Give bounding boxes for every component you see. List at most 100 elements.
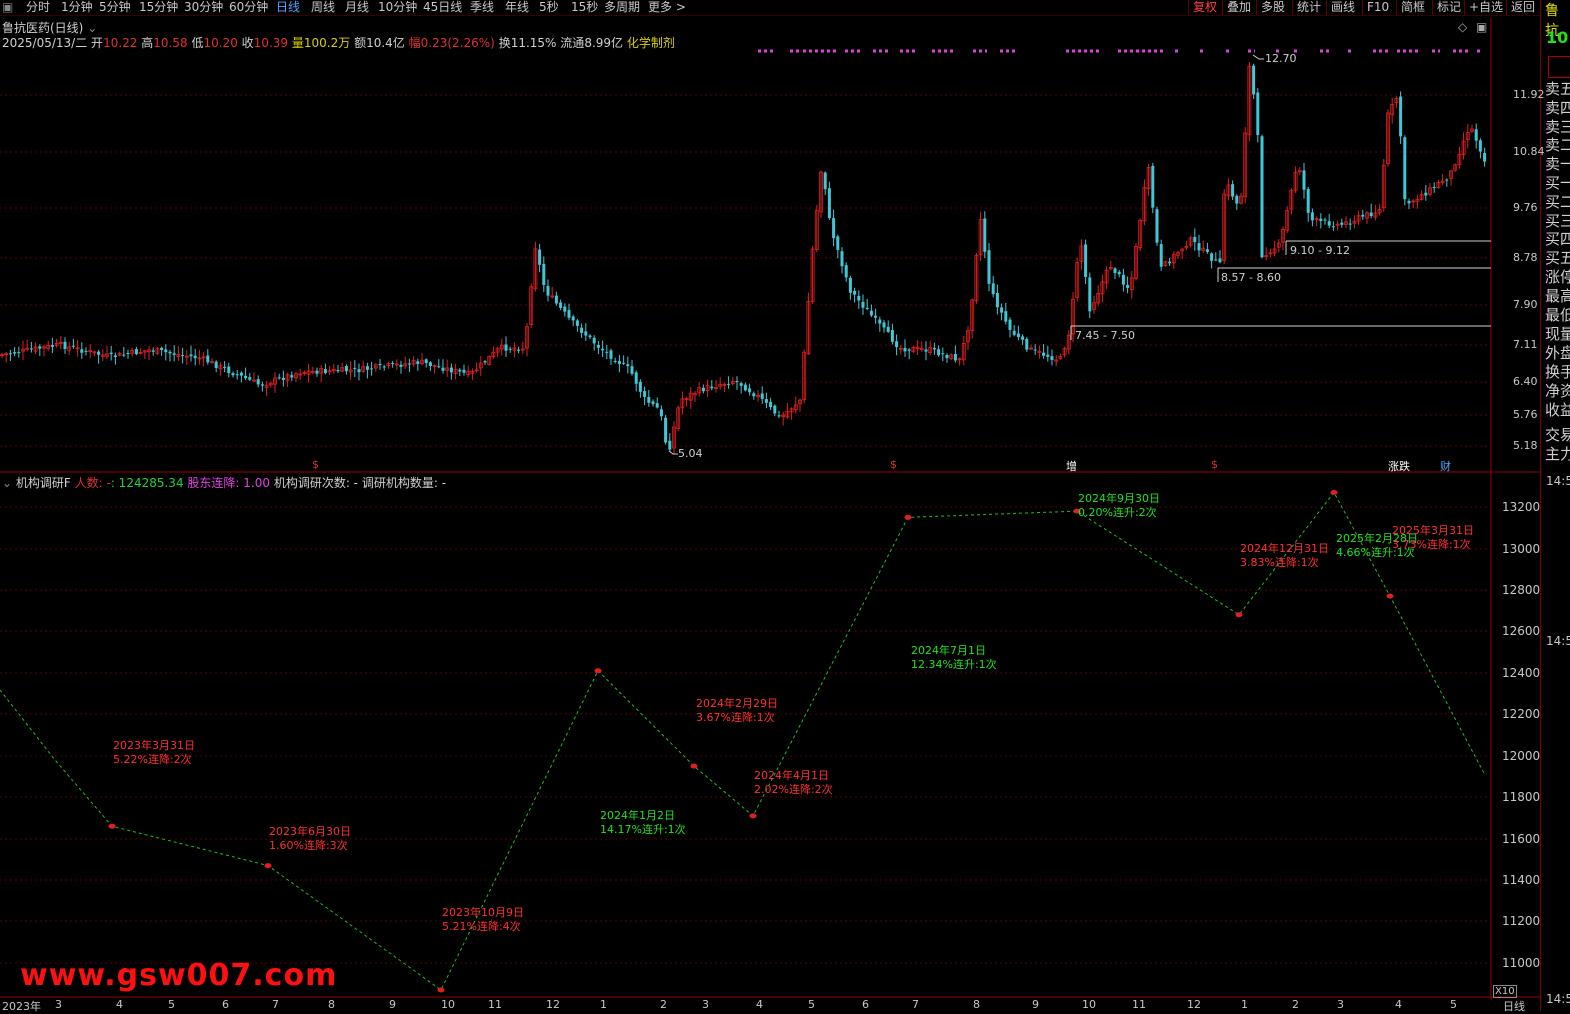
candle-body: [1474, 129, 1478, 141]
indicator-axis-tick: 11600: [1502, 832, 1541, 846]
x-axis-tick: 8: [328, 998, 335, 1011]
candle-body: [1210, 253, 1214, 261]
candle-body: [890, 330, 894, 342]
x-axis-period: 日线: [1503, 1000, 1525, 1013]
candle-body: [840, 251, 844, 267]
candle-body: [1252, 65, 1256, 95]
candle-body: [1021, 336, 1025, 340]
candle-body: [991, 283, 995, 295]
annotation-date: 2025年3月31日: [1392, 524, 1474, 537]
candle-body: [634, 372, 638, 384]
candle-body: [546, 285, 550, 296]
price-axis-tick: 7.90: [1513, 298, 1538, 311]
high-marker-arrow: [1252, 54, 1264, 60]
candle-body: [504, 344, 508, 351]
candle-body: [1340, 222, 1344, 225]
candle-body: [1483, 152, 1487, 162]
time-label: 14:5: [1546, 474, 1570, 488]
candle-body: [189, 354, 193, 357]
candle-body: [617, 361, 621, 364]
candle-body: [1197, 243, 1201, 251]
candle-body: [80, 349, 84, 353]
indicator-axis-tick: 12200: [1502, 707, 1541, 721]
candle-body: [1319, 218, 1323, 221]
candle-body: [1327, 221, 1331, 226]
candle-body: [1025, 338, 1029, 350]
candle-body: [344, 365, 348, 372]
x-axis-tick: 1: [1241, 998, 1248, 1011]
x-axis-tick: 4: [756, 998, 763, 1011]
zoom-indicator[interactable]: X10: [1493, 985, 1517, 998]
annotation-note: 2.02%连降:2次: [754, 783, 833, 796]
candle-body: [878, 319, 882, 324]
candle-body: [336, 369, 340, 372]
candle-body: [773, 405, 777, 414]
candle-body: [777, 415, 781, 417]
candle-body: [428, 362, 432, 367]
x-axis-tick: 11: [488, 998, 502, 1011]
candle-body: [214, 361, 218, 369]
x-axis-tick: 10: [1082, 998, 1096, 1011]
candle-body: [995, 293, 999, 308]
event-marker[interactable]: $: [890, 458, 897, 471]
price-axis-tick: 8.78: [1513, 251, 1538, 264]
candle-body: [832, 218, 836, 239]
candle-body: [1117, 271, 1121, 275]
candle-body: [937, 349, 941, 356]
candle-body: [1113, 268, 1117, 274]
event-marker[interactable]: 增: [1066, 458, 1077, 474]
candle-body: [748, 388, 752, 393]
x-axis-tick: 2023年: [2, 1000, 41, 1013]
candle-body: [567, 310, 571, 318]
indicator-axis-tick: 11800: [1502, 790, 1541, 804]
event-marker[interactable]: $: [312, 458, 319, 471]
candle-body: [1214, 259, 1218, 261]
candle-body: [416, 361, 420, 364]
candle-body: [1348, 223, 1352, 225]
candle-body: [1159, 244, 1163, 267]
candle-body: [1088, 277, 1092, 312]
candle-body: [441, 367, 445, 371]
candle-body: [1432, 186, 1436, 188]
indicator-header: ⌄ 机构调研F 人数: -: 124285.34 股东连降: 1.00 机构调研…: [2, 474, 446, 491]
x-axis-tick: 6: [222, 998, 229, 1011]
x-axis-tick: 8: [973, 998, 980, 1011]
candle-body: [1121, 274, 1125, 285]
candle-body: [1046, 354, 1050, 357]
candle-body: [924, 349, 928, 352]
candle-body: [865, 307, 869, 310]
indicator-name[interactable]: 机构调研F: [16, 476, 71, 490]
candle-body: [1231, 184, 1235, 197]
indicator-axis-tick: 12800: [1502, 583, 1541, 597]
event-marker[interactable]: 涨跌: [1388, 458, 1410, 474]
candle-body: [84, 350, 88, 352]
annotation-date: 2024年2月29日: [696, 697, 778, 710]
x-axis-tick: 3: [55, 998, 62, 1011]
event-marker[interactable]: 财: [1440, 458, 1451, 474]
x-axis-tick: 5: [1450, 998, 1457, 1011]
candle-body: [1012, 330, 1016, 335]
candle-body: [983, 218, 987, 252]
candle-body: [370, 368, 374, 370]
event-marker[interactable]: $: [1211, 458, 1218, 471]
annotation-date: 2023年3月31日: [113, 739, 195, 752]
candle-body: [38, 346, 42, 349]
annotation-note: 3.67%连降:1次: [696, 711, 775, 724]
annotation-note: 1.60%连降:3次: [269, 839, 348, 852]
candle-body: [1323, 219, 1327, 221]
candle-body: [223, 366, 227, 368]
candle-body: [752, 393, 756, 397]
candle-body: [1033, 349, 1037, 351]
indicator-point: [594, 668, 602, 674]
indicator-people-value: : 124285.34: [110, 476, 184, 490]
candle-body: [655, 403, 659, 408]
indicator-axis-tick: 12000: [1502, 749, 1541, 763]
candle-body: [17, 352, 21, 354]
candle-body: [151, 350, 155, 352]
candle-body: [365, 366, 369, 370]
chevron-down-icon[interactable]: ⌄: [2, 476, 12, 490]
candle-body: [13, 352, 17, 354]
indicator-annotation: 2024年12月31日 3.83%连降:1次: [1240, 542, 1329, 570]
candle-body: [542, 263, 546, 285]
candle-body: [907, 349, 911, 351]
